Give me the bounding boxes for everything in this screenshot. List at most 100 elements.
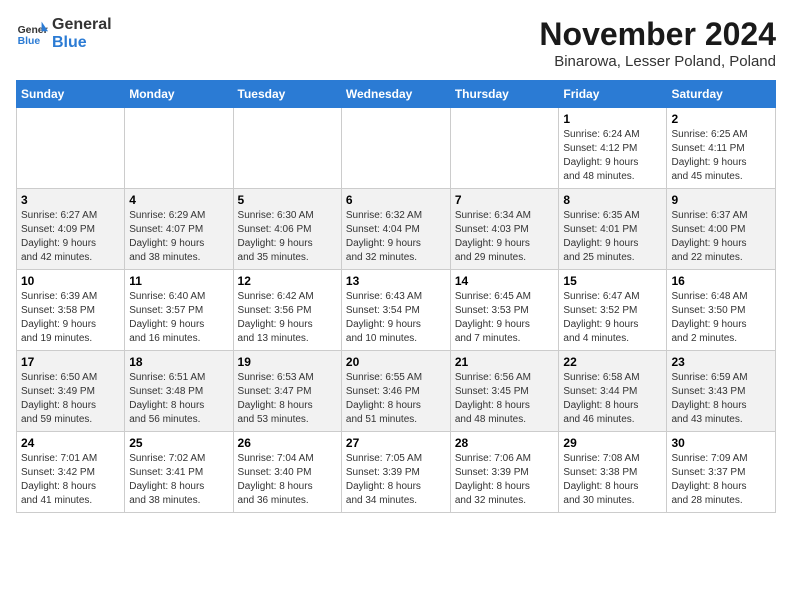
calendar-cell	[17, 108, 125, 189]
day-number: 19	[238, 355, 337, 369]
weekday-header: Tuesday	[233, 81, 341, 108]
svg-text:Blue: Blue	[18, 36, 41, 47]
day-number: 28	[455, 436, 555, 450]
calendar-cell: 9Sunrise: 6:37 AMSunset: 4:00 PMDaylight…	[667, 189, 776, 270]
calendar-week-row: 1 Sunrise: 6:24 AMSunset: 4:12 PMDaylight…	[17, 108, 776, 189]
day-number: 17	[21, 355, 120, 369]
day-number: 18	[129, 355, 228, 369]
calendar-cell: 21Sunrise: 6:56 AMSunset: 3:45 PMDayligh…	[450, 351, 559, 432]
day-number: 4	[129, 193, 228, 207]
calendar-week-row: 3 Sunrise: 6:27 AMSunset: 4:09 PMDaylight…	[17, 189, 776, 270]
day-info: Sunrise: 6:39 AMSunset: 3:58 PMDaylight:…	[21, 290, 120, 346]
day-info: Sunrise: 6:35 AMSunset: 4:01 PMDaylight:…	[563, 209, 662, 265]
calendar-cell: 10 Sunrise: 6:39 AMSunset: 3:58 PMDayligh…	[17, 270, 125, 351]
calendar-cell: 6 Sunrise: 6:32 AMSunset: 4:04 PMDaylight…	[341, 189, 450, 270]
calendar-cell	[233, 108, 341, 189]
weekday-header: Monday	[125, 81, 233, 108]
day-info: Sunrise: 6:32 AMSunset: 4:04 PMDaylight:…	[346, 209, 446, 265]
day-number: 9	[671, 193, 771, 207]
day-number: 27	[346, 436, 446, 450]
calendar-cell: 3 Sunrise: 6:27 AMSunset: 4:09 PMDaylight…	[17, 189, 125, 270]
calendar-cell: 12 Sunrise: 6:42 AMSunset: 3:56 PMDayligh…	[233, 270, 341, 351]
day-info: Sunrise: 6:59 AMSunset: 3:43 PMDaylight:…	[671, 371, 771, 427]
calendar-cell: 2Sunrise: 6:25 AMSunset: 4:11 PMDaylight…	[667, 108, 776, 189]
calendar-cell	[450, 108, 559, 189]
day-info: Sunrise: 6:55 AMSunset: 3:46 PMDaylight:…	[346, 371, 446, 427]
day-number: 8	[563, 193, 662, 207]
calendar-cell: 19 Sunrise: 6:53 AMSunset: 3:47 PMDayligh…	[233, 351, 341, 432]
day-number: 11	[129, 274, 228, 288]
day-number: 15	[563, 274, 662, 288]
calendar-cell: 4Sunrise: 6:29 AMSunset: 4:07 PMDaylight…	[125, 189, 233, 270]
day-info: Sunrise: 6:40 AMSunset: 3:57 PMDaylight:…	[129, 290, 228, 346]
day-info: Sunrise: 7:04 AMSunset: 3:40 PMDaylight:…	[238, 452, 337, 508]
calendar-cell	[125, 108, 233, 189]
weekday-header: Wednesday	[341, 81, 450, 108]
calendar-cell: 30 Sunrise: 7:09 AMSunset: 3:37 PMDayligh…	[667, 432, 776, 513]
calendar-cell: 16Sunrise: 6:48 AMSunset: 3:50 PMDayligh…	[667, 270, 776, 351]
logo: General Blue GeneralBlue	[16, 16, 112, 51]
day-number: 12	[238, 274, 337, 288]
day-number: 10	[21, 274, 120, 288]
calendar-cell: 11 Sunrise: 6:40 AMSunset: 3:57 PMDayligh…	[125, 270, 233, 351]
calendar-cell: 25Sunrise: 7:02 AMSunset: 3:41 PMDayligh…	[125, 432, 233, 513]
day-number: 6	[346, 193, 446, 207]
day-info: Sunrise: 6:43 AMSunset: 3:54 PMDaylight:…	[346, 290, 446, 346]
calendar-cell: 15 Sunrise: 6:47 AMSunset: 3:52 PMDayligh…	[559, 270, 667, 351]
calendar-cell: 20 Sunrise: 6:55 AMSunset: 3:46 PMDayligh…	[341, 351, 450, 432]
day-info: Sunrise: 7:08 AMSunset: 3:38 PMDaylight:…	[563, 452, 662, 508]
logo-text: GeneralBlue	[52, 16, 112, 51]
calendar-cell: 27Sunrise: 7:05 AMSunset: 3:39 PMDayligh…	[341, 432, 450, 513]
day-info: Sunrise: 6:42 AMSunset: 3:56 PMDaylight:…	[238, 290, 337, 346]
day-info: Sunrise: 6:34 AMSunset: 4:03 PMDaylight:…	[455, 209, 555, 265]
day-info: Sunrise: 7:01 AMSunset: 3:42 PMDaylight:…	[21, 452, 120, 508]
day-info: Sunrise: 6:53 AMSunset: 3:47 PMDaylight:…	[238, 371, 337, 427]
day-number: 20	[346, 355, 446, 369]
day-number: 2	[671, 112, 771, 126]
calendar-cell: 26Sunrise: 7:04 AMSunset: 3:40 PMDayligh…	[233, 432, 341, 513]
calendar-cell	[341, 108, 450, 189]
day-number: 3	[21, 193, 120, 207]
day-number: 1	[563, 112, 662, 126]
day-info: Sunrise: 6:50 AMSunset: 3:49 PMDaylight:…	[21, 371, 120, 427]
weekday-header: Thursday	[450, 81, 559, 108]
day-info: Sunrise: 6:45 AMSunset: 3:53 PMDaylight:…	[455, 290, 555, 346]
day-info: Sunrise: 6:24 AMSunset: 4:12 PMDaylight:…	[563, 128, 662, 184]
day-number: 22	[563, 355, 662, 369]
day-info: Sunrise: 6:48 AMSunset: 3:50 PMDaylight:…	[671, 290, 771, 346]
calendar-cell: 1 Sunrise: 6:24 AMSunset: 4:12 PMDaylight…	[559, 108, 667, 189]
calendar-cell: 18 Sunrise: 6:51 AMSunset: 3:48 PMDayligh…	[125, 351, 233, 432]
day-info: Sunrise: 6:58 AMSunset: 3:44 PMDaylight:…	[563, 371, 662, 427]
day-info: Sunrise: 7:02 AMSunset: 3:41 PMDaylight:…	[129, 452, 228, 508]
logo-icon: General Blue	[16, 20, 48, 48]
calendar-cell: 28Sunrise: 7:06 AMSunset: 3:39 PMDayligh…	[450, 432, 559, 513]
day-number: 29	[563, 436, 662, 450]
calendar-cell: 17 Sunrise: 6:50 AMSunset: 3:49 PMDayligh…	[17, 351, 125, 432]
day-number: 5	[238, 193, 337, 207]
day-number: 30	[671, 436, 771, 450]
day-info: Sunrise: 6:27 AMSunset: 4:09 PMDaylight:…	[21, 209, 120, 265]
day-number: 13	[346, 274, 446, 288]
calendar-week-row: 24Sunrise: 7:01 AMSunset: 3:42 PMDayligh…	[17, 432, 776, 513]
day-info: Sunrise: 6:47 AMSunset: 3:52 PMDaylight:…	[563, 290, 662, 346]
month-title: November 2024	[539, 16, 776, 53]
day-info: Sunrise: 6:30 AMSunset: 4:06 PMDaylight:…	[238, 209, 337, 265]
day-number: 7	[455, 193, 555, 207]
day-info: Sunrise: 7:09 AMSunset: 3:37 PMDaylight:…	[671, 452, 771, 508]
day-info: Sunrise: 6:51 AMSunset: 3:48 PMDaylight:…	[129, 371, 228, 427]
weekday-header: Saturday	[667, 81, 776, 108]
header: General Blue GeneralBlue November 2024 B…	[16, 16, 776, 70]
day-info: Sunrise: 6:56 AMSunset: 3:45 PMDaylight:…	[455, 371, 555, 427]
calendar-cell: 22 Sunrise: 6:58 AMSunset: 3:44 PMDayligh…	[559, 351, 667, 432]
weekday-header: Friday	[559, 81, 667, 108]
calendar-cell: 14Sunrise: 6:45 AMSunset: 3:53 PMDayligh…	[450, 270, 559, 351]
weekday-header-row: SundayMondayTuesdayWednesdayThursdayFrid…	[17, 81, 776, 108]
weekday-header: Sunday	[17, 81, 125, 108]
calendar-cell: 24Sunrise: 7:01 AMSunset: 3:42 PMDayligh…	[17, 432, 125, 513]
calendar-cell: 23 Sunrise: 6:59 AMSunset: 3:43 PMDayligh…	[667, 351, 776, 432]
day-number: 23	[671, 355, 771, 369]
location-title: Binarowa, Lesser Poland, Poland	[539, 53, 776, 70]
calendar-cell: 8 Sunrise: 6:35 AMSunset: 4:01 PMDaylight…	[559, 189, 667, 270]
calendar-week-row: 10 Sunrise: 6:39 AMSunset: 3:58 PMDayligh…	[17, 270, 776, 351]
calendar-cell: 5 Sunrise: 6:30 AMSunset: 4:06 PMDaylight…	[233, 189, 341, 270]
